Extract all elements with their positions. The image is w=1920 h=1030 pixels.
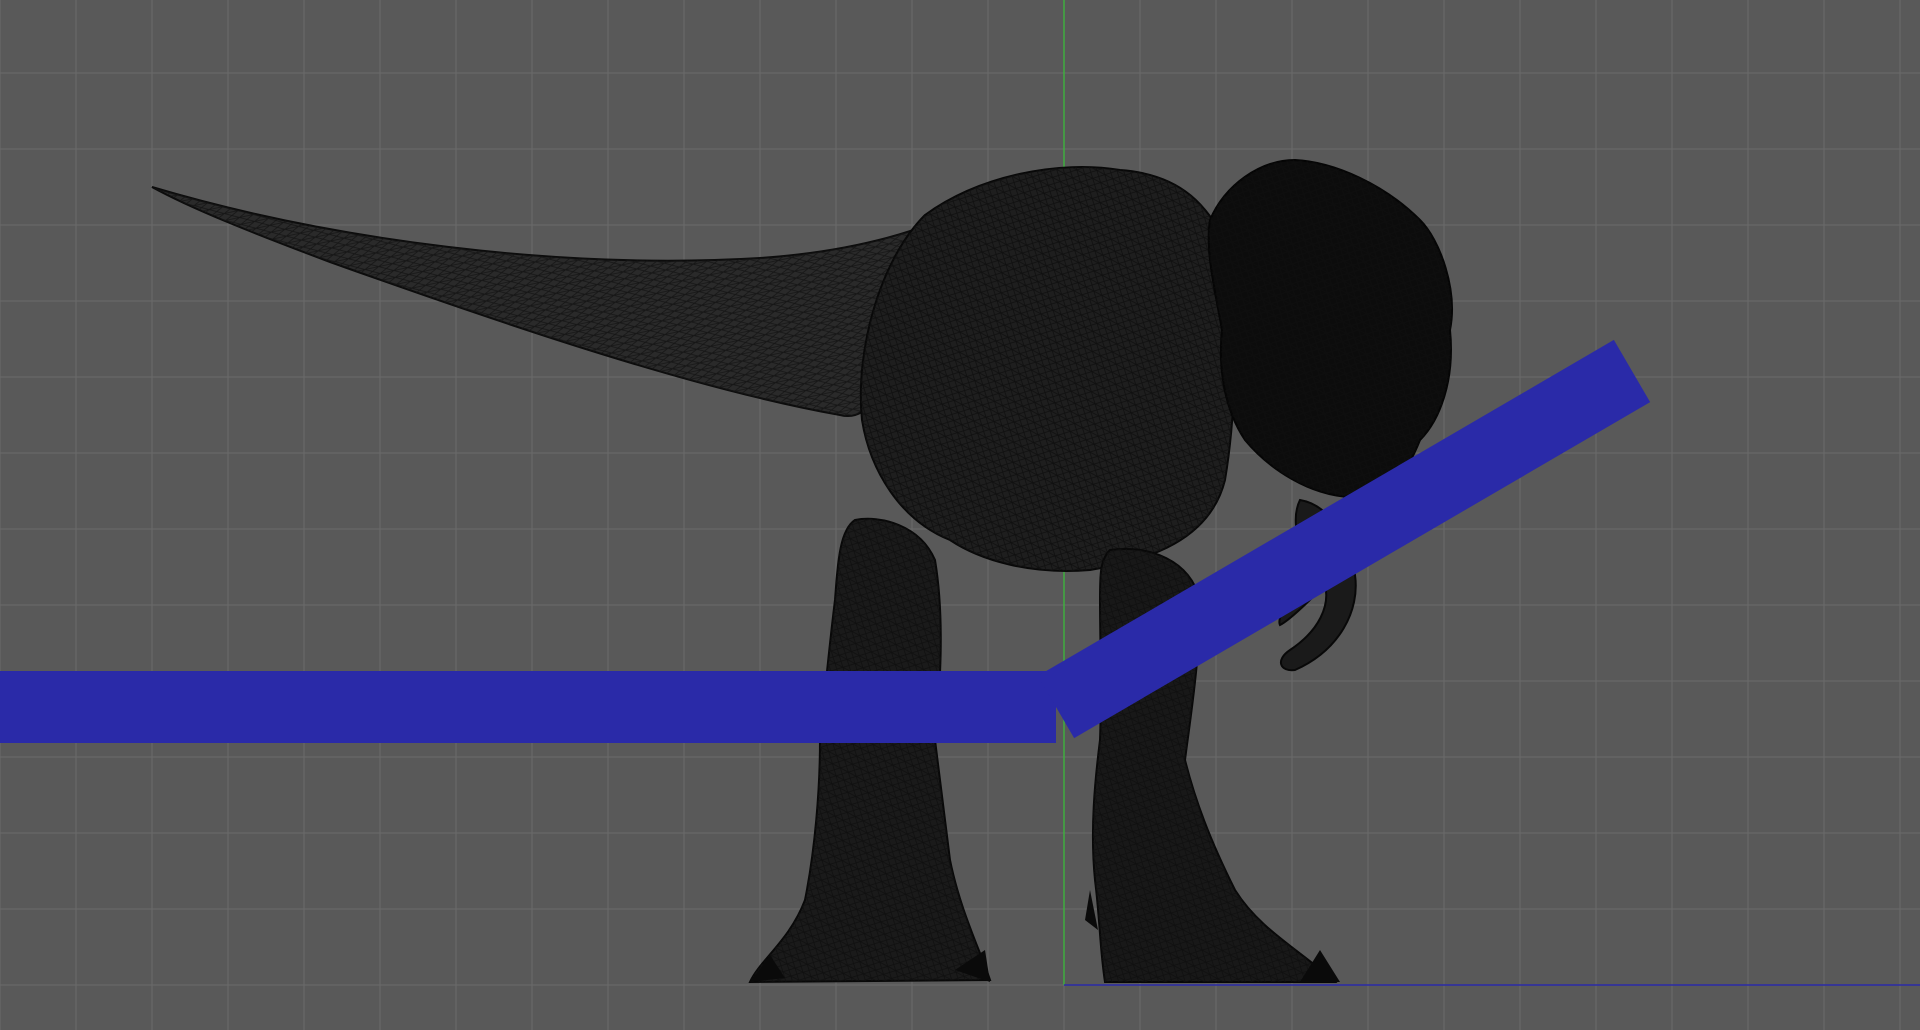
3d-viewport[interactable] — [0, 0, 1920, 1030]
axis-gizmo-icon — [0, 339, 1651, 743]
